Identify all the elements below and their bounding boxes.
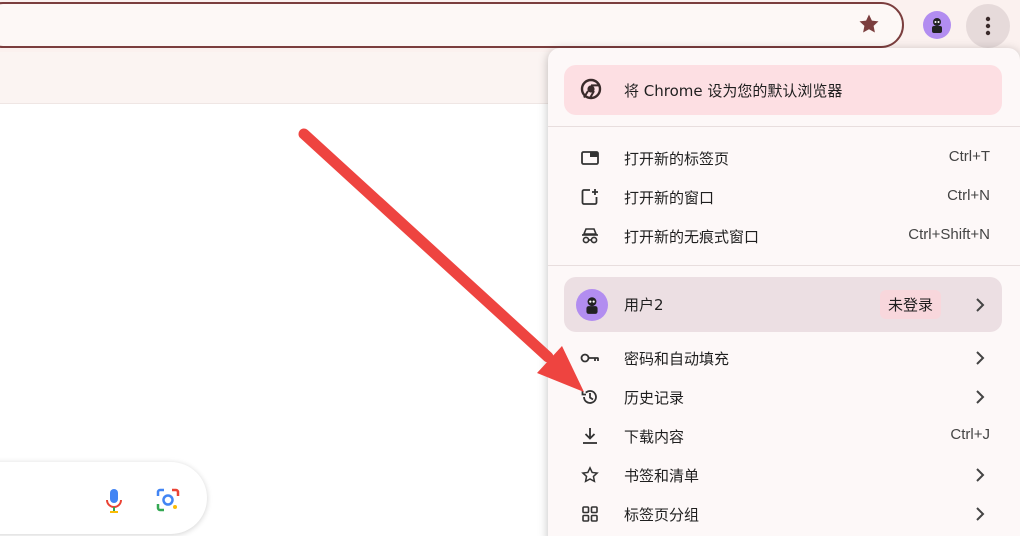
chevron-right-icon — [976, 298, 985, 312]
set-default-browser-item[interactable]: 将 Chrome 设为您的默认浏览器 — [564, 65, 1002, 115]
menu-item-passwords[interactable]: 密码和自动填充 — [548, 338, 1020, 377]
menu-item-shortcut: Ctrl+N — [947, 187, 990, 204]
kebab-menu-icon — [985, 16, 991, 36]
menu-item-incognito[interactable]: 打开新的无痕式窗口 Ctrl+Shift+N — [548, 216, 1020, 255]
menu-item-tab-groups[interactable]: 标签页分组 — [548, 494, 1020, 533]
profile-name: 用户2 — [624, 296, 664, 314]
new-window-icon — [580, 187, 600, 207]
key-icon — [580, 348, 600, 368]
chevron-right-icon — [976, 351, 985, 365]
address-bar[interactable] — [0, 2, 904, 48]
profile-avatar-icon — [932, 18, 942, 33]
chevron-right-icon — [976, 468, 985, 482]
chevron-right-icon — [976, 390, 985, 404]
menu-divider — [548, 265, 1020, 266]
mic-icon[interactable] — [103, 487, 125, 519]
menu-item-label: 打开新的无痕式窗口 — [624, 228, 760, 246]
profile-avatar-button[interactable] — [923, 11, 951, 39]
browser-toolbar — [0, 0, 1020, 52]
menu-item-new-window[interactable]: 打开新的窗口 Ctrl+N — [548, 177, 1020, 216]
incognito-icon — [580, 226, 600, 246]
avatar — [576, 289, 608, 321]
grid-icon — [580, 504, 600, 524]
new-tab-icon — [580, 148, 600, 168]
profile-avatar-icon — [586, 297, 598, 314]
set-default-browser-label: 将 Chrome 设为您的默认浏览器 — [624, 82, 843, 100]
menu-item-shortcut: Ctrl+T — [948, 148, 990, 165]
menu-item-label: 打开新的窗口 — [624, 189, 715, 207]
menu-item-label: 密码和自动填充 — [624, 350, 730, 368]
menu-item-bookmarks[interactable]: 书签和清单 — [548, 455, 1020, 494]
chrome-menu-button[interactable] — [966, 4, 1010, 48]
menu-item-downloads[interactable]: 下载内容 Ctrl+J — [548, 416, 1020, 455]
chrome-icon — [580, 78, 602, 104]
menu-item-label: 打开新的标签页 — [624, 150, 730, 168]
menu-divider — [548, 126, 1020, 127]
menu-item-shortcut: Ctrl+J — [950, 426, 990, 443]
star-outline-icon — [580, 465, 600, 485]
sign-in-status-badge: 未登录 — [880, 290, 942, 319]
menu-item-label: 下载内容 — [624, 428, 685, 446]
bookmark-star-icon[interactable] — [857, 12, 881, 36]
menu-item-label: 书签和清单 — [624, 467, 700, 485]
lens-icon[interactable] — [154, 486, 182, 518]
download-icon — [580, 426, 600, 446]
chevron-right-icon — [976, 507, 985, 521]
menu-item-history[interactable]: 历史记录 — [548, 377, 1020, 416]
menu-item-label: 历史记录 — [624, 389, 685, 407]
menu-item-new-tab[interactable]: 打开新的标签页 Ctrl+T — [548, 138, 1020, 177]
menu-item-label: 标签页分组 — [624, 506, 700, 524]
history-icon — [580, 387, 600, 407]
profile-menu-item[interactable]: 用户2 未登录 — [564, 277, 1002, 332]
menu-item-shortcut: Ctrl+Shift+N — [908, 226, 990, 243]
